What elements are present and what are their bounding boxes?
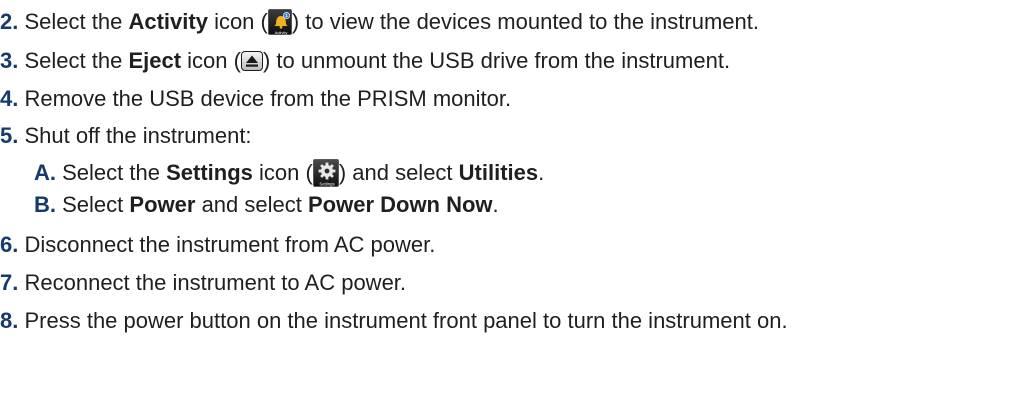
power-down-now-term: Power Down Now (307, 192, 493, 217)
step-2: 2. Select the Activity icon ( 1 Activity… (0, 7, 759, 37)
substep-letter: A. (34, 160, 56, 185)
step-5: 5. Shut off the instrument: (0, 121, 252, 151)
step-7: 7. Reconnect the instrument to AC power. (0, 268, 406, 298)
step-6: 6. Disconnect the instrument from AC pow… (0, 230, 435, 260)
step-text: . (538, 160, 545, 185)
utilities-term: Utilities (458, 160, 539, 185)
activity-term: Activity (128, 9, 208, 34)
step-text: ) to unmount the USB drive from the inst… (262, 48, 731, 73)
settings-icon-caption: Settings (319, 182, 334, 187)
power-term: Power (129, 192, 196, 217)
step-number: 2. (0, 9, 19, 34)
step-text: Select the (24, 9, 123, 34)
step-number: 5. (0, 123, 19, 148)
step-5b: B. Select Power and select Power Down No… (34, 190, 499, 220)
activity-icon-caption: Activity (275, 30, 288, 35)
step-number: 7. (0, 270, 19, 295)
step-number: 8. (0, 308, 19, 333)
eject-term: Eject (128, 48, 182, 73)
step-3: 3. Select the Eject icon ( ) to unmount … (0, 46, 730, 76)
step-text: icon ( (259, 160, 313, 185)
substep-letter: B. (34, 192, 56, 217)
step-text: Select the (24, 48, 123, 73)
step-text: Select (62, 192, 124, 217)
step-text: icon ( (187, 48, 241, 73)
step-4: 4. Remove the USB device from the PRISM … (0, 84, 511, 114)
step-8: 8. Press the power button on the instrum… (0, 306, 788, 336)
activity-icon: 1 Activity (267, 9, 292, 35)
step-text: Disconnect the instrument from AC power. (24, 232, 436, 257)
step-text: Select the (62, 160, 160, 185)
step-number: 3. (0, 48, 19, 73)
eject-icon (240, 51, 263, 71)
step-text: Shut off the instrument: (24, 123, 252, 148)
step-text: . (492, 192, 499, 217)
step-5a: A. Select the Settings icon ( Settings )… (34, 158, 544, 188)
step-number: 4. (0, 86, 19, 111)
step-text: Press the power button on the instrument… (24, 308, 788, 333)
step-number: 6. (0, 232, 19, 257)
step-text: ) and select (338, 160, 453, 185)
step-text: and select (201, 192, 302, 217)
step-text: Remove the USB device from the PRISM mon… (24, 86, 512, 111)
step-text: icon ( (214, 9, 268, 34)
settings-icon: Settings (312, 159, 339, 187)
step-text: Reconnect the instrument to AC power. (24, 270, 407, 295)
step-text: ) to view the devices mounted to the ins… (291, 9, 759, 34)
settings-term: Settings (166, 160, 253, 185)
